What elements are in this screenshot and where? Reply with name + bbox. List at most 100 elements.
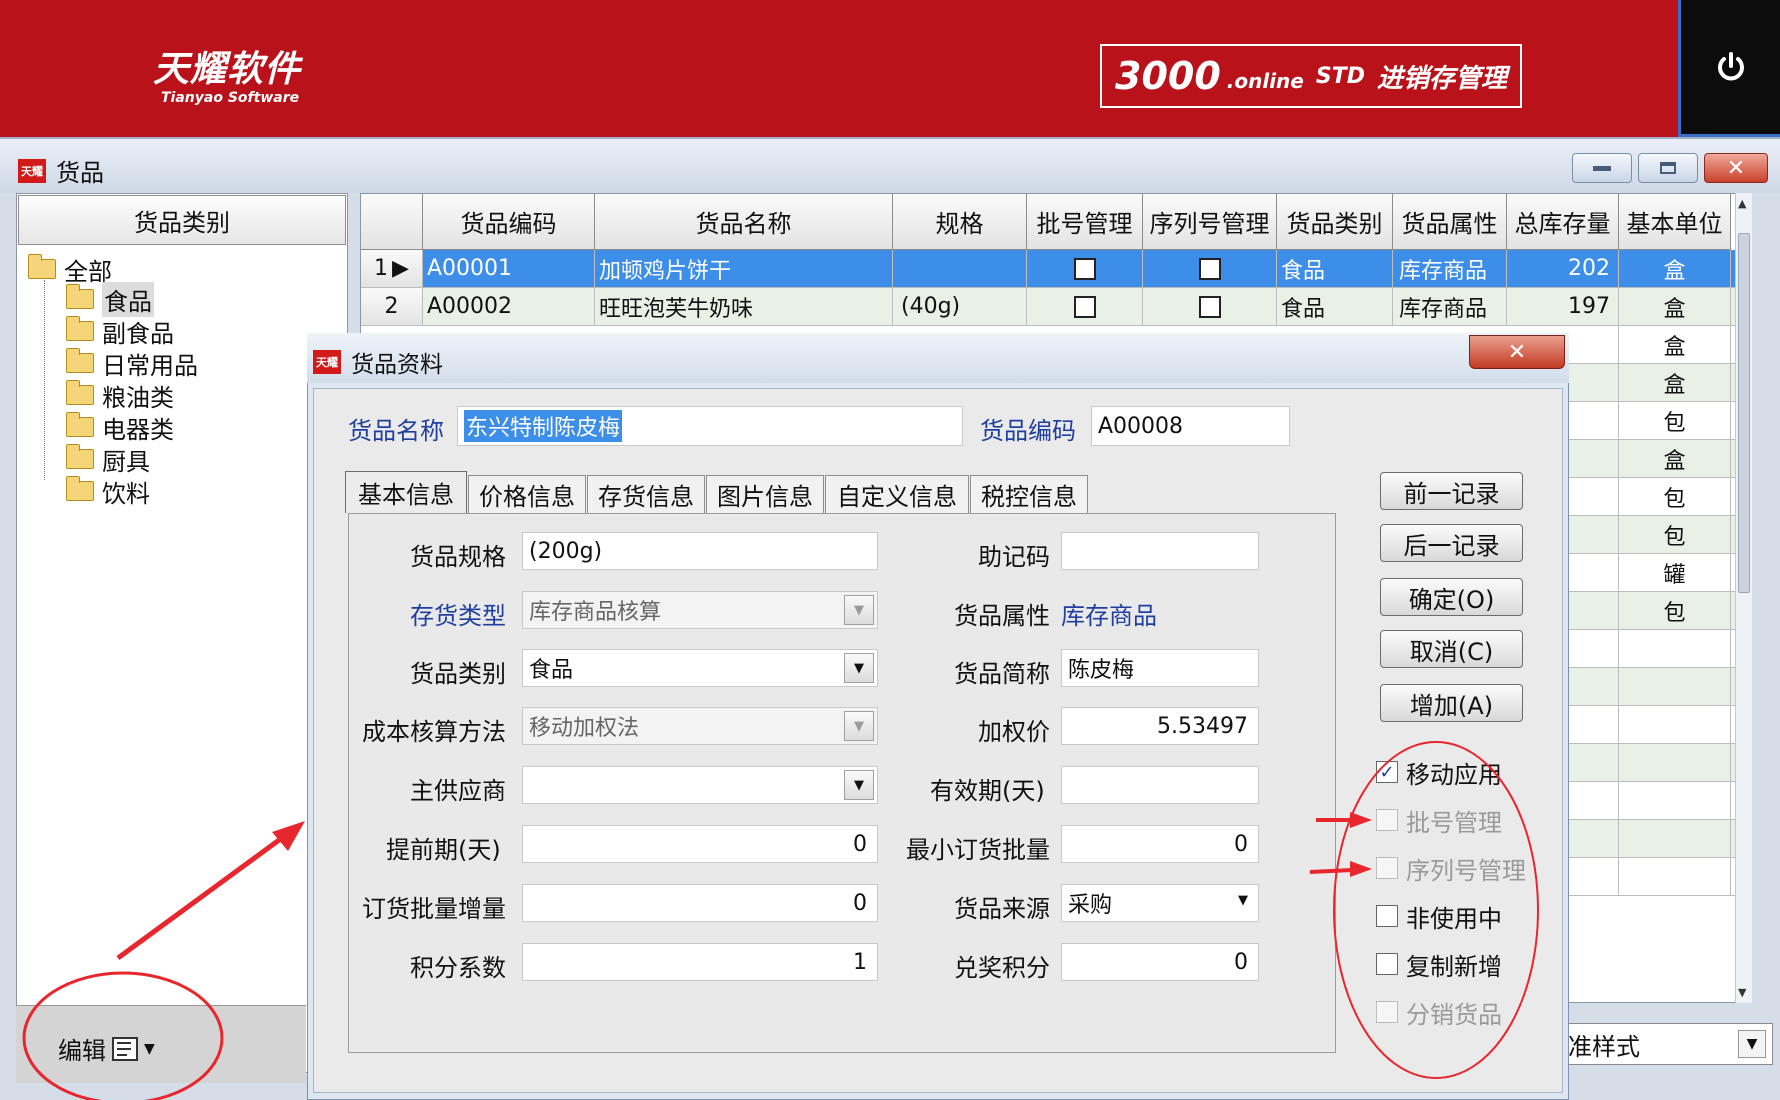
edit-menu-button[interactable]: 编辑 ▼ <box>58 1031 155 1066</box>
tree-item-grain-oil[interactable]: 粮油类 <box>66 380 174 412</box>
close-window-button[interactable]: ✕ <box>1704 153 1768 183</box>
col-header-unit[interactable]: 基本单位 <box>1619 194 1731 250</box>
chevron-down-icon: ▼ <box>1738 1030 1766 1058</box>
goods-name-label: 货品名称 <box>348 417 444 445</box>
points-coef-input[interactable]: 1 <box>522 943 878 981</box>
cancel-button[interactable]: 取消(C) <box>1380 630 1523 668</box>
scroll-thumb[interactable] <box>1738 233 1750 593</box>
col-header-stock[interactable]: 总库存量 <box>1507 194 1619 250</box>
source-select[interactable]: 采购 ▼ <box>1061 884 1259 922</box>
power-icon <box>1717 52 1744 81</box>
mobile-app-checkbox[interactable]: ✓ 移动应用 <box>1376 755 1502 789</box>
check-icon: ✓ <box>1376 761 1398 783</box>
folder-icon <box>66 476 94 501</box>
tree-item-drinks[interactable]: 饮料 <box>66 476 150 508</box>
cell-batch <box>1027 250 1143 287</box>
col-header-spec[interactable]: 规格 <box>893 194 1027 250</box>
col-header-serial[interactable]: 序列号管理 <box>1143 194 1277 250</box>
col-header-category[interactable]: 货品类别 <box>1277 194 1393 250</box>
short-name-input[interactable]: 陈皮梅 <box>1061 649 1259 687</box>
window-title: 货品 <box>56 159 104 187</box>
tree-item-daily[interactable]: 日常用品 <box>66 348 198 380</box>
spec-input[interactable]: (200g) <box>522 532 878 570</box>
cost-method-select[interactable]: 移动加权法 ▼ <box>522 707 878 745</box>
table-row[interactable]: 2 A00002 旺旺泡芙牛奶味 (40g) 食品 库存商品 197 盒 <box>361 288 1739 326</box>
category-value: 食品 <box>529 658 574 683</box>
checkbox-label: 移动应用 <box>1406 760 1502 789</box>
add-button[interactable]: 增加(A) <box>1380 684 1523 722</box>
tab-custom-info[interactable]: 自定义信息 <box>825 475 969 513</box>
tab-image-info[interactable]: 图片信息 <box>706 475 824 513</box>
table-row[interactable]: 1 ▶ A00001 加顿鸡片饼干 食品 库存商品 202 盒 <box>361 250 1739 288</box>
tree-item-snacks[interactable]: 副食品 <box>66 316 174 348</box>
tree-item-appliances[interactable]: 电器类 <box>66 412 174 444</box>
col-header-batch[interactable]: 批号管理 <box>1027 194 1143 250</box>
serial-checkbox[interactable] <box>1198 295 1221 318</box>
lead-time-input[interactable]: 0 <box>522 825 878 863</box>
stock-type-select[interactable]: 库存商品核算 ▼ <box>522 591 878 629</box>
category-select[interactable]: 食品 ▼ <box>522 649 878 687</box>
tab-basic-info[interactable]: 基本信息 <box>345 471 467 513</box>
prev-record-button[interactable]: 前一记录 <box>1380 472 1523 510</box>
goods-name-value: 东兴特制陈皮梅 <box>464 410 623 442</box>
checkbox-box <box>1376 857 1398 879</box>
tab-stock-info[interactable]: 存货信息 <box>587 475 705 513</box>
next-record-button[interactable]: 后一记录 <box>1380 524 1523 562</box>
checkbox-box <box>1376 953 1398 975</box>
cell-code: A00001 <box>423 250 595 287</box>
supplier-select[interactable]: ▼ <box>522 766 878 804</box>
scroll-up-icon[interactable]: ▲ <box>1738 197 1746 210</box>
tab-tax-info[interactable]: 税控信息 <box>970 475 1088 513</box>
ok-button[interactable]: 确定(O) <box>1380 578 1523 616</box>
tree-item-kitchenware[interactable]: 厨具 <box>66 444 150 476</box>
order-increment-input[interactable]: 0 <box>522 884 878 922</box>
copy-new-checkbox[interactable]: 复制新增 <box>1376 947 1502 981</box>
chevron-down-icon: ▼ <box>844 770 874 800</box>
folder-icon <box>66 316 94 341</box>
grid-vertical-scrollbar[interactable]: ▲ ▼ <box>1735 193 1752 1003</box>
batch-checkbox[interactable] <box>1073 295 1096 318</box>
cell-unit <box>1619 820 1731 857</box>
reward-points-input[interactable]: 0 <box>1061 943 1259 981</box>
tree-item-root[interactable]: 全部 <box>28 254 112 286</box>
serial-management-checkbox[interactable]: 序列号管理 <box>1376 851 1526 885</box>
close-icon: ✕ <box>1507 339 1527 365</box>
scroll-down-icon[interactable]: ▼ <box>1738 986 1746 999</box>
checkbox-label: 分销货品 <box>1406 1000 1502 1029</box>
logo-cn-text: 天耀软件 <box>153 49 302 90</box>
min-order-input[interactable]: 0 <box>1061 825 1259 863</box>
grid-style-value: 准样式 <box>1568 1032 1640 1061</box>
checkbox-label: 非使用中 <box>1406 904 1502 933</box>
cell-unit <box>1619 706 1731 743</box>
dialog-close-button[interactable]: ✕ <box>1469 335 1565 369</box>
goods-code-input[interactable]: A00008 <box>1091 406 1290 446</box>
current-row-icon: ▶ <box>392 256 409 281</box>
supplier-label: 主供应商 <box>410 777 506 805</box>
weighted-price-label: 加权价 <box>978 718 1050 746</box>
grid-style-select[interactable]: 准样式 ▼ <box>1565 1023 1773 1065</box>
weighted-price-input[interactable]: 5.53497 <box>1061 707 1259 745</box>
source-label: 货品来源 <box>954 895 1050 923</box>
maximize-button[interactable] <box>1638 153 1698 183</box>
cell-unit: 盒 <box>1619 440 1731 477</box>
mnemonic-input[interactable] <box>1061 532 1259 570</box>
minimize-button[interactable] <box>1572 153 1632 183</box>
cell-category: 食品 <box>1277 288 1393 325</box>
expiry-input[interactable] <box>1061 766 1259 804</box>
goods-name-input[interactable]: 东兴特制陈皮梅 <box>457 406 963 446</box>
serial-checkbox[interactable] <box>1198 257 1221 280</box>
col-header-attr[interactable]: 货品属性 <box>1393 194 1507 250</box>
col-header-name[interactable]: 货品名称 <box>595 194 893 250</box>
batch-checkbox[interactable] <box>1073 257 1096 280</box>
tab-price-info[interactable]: 价格信息 <box>468 475 586 513</box>
tree-item-food[interactable]: 食品 <box>66 281 154 317</box>
col-header-code[interactable]: 货品编码 <box>423 194 595 250</box>
inactive-checkbox[interactable]: 非使用中 <box>1376 899 1502 933</box>
cell-unit: 盒 <box>1619 250 1731 287</box>
cell-unit: 包 <box>1619 478 1731 515</box>
distribution-goods-checkbox[interactable]: 分销货品 <box>1376 995 1502 1029</box>
cell-serial <box>1143 288 1277 325</box>
folder-icon <box>28 254 56 279</box>
power-button[interactable] <box>1678 0 1780 137</box>
batch-management-checkbox[interactable]: 批号管理 <box>1376 803 1502 837</box>
